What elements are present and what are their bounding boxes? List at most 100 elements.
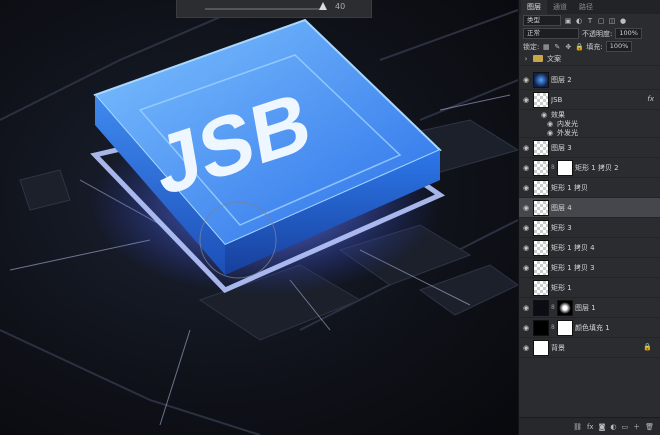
image-filter-icon[interactable]: ▣	[564, 17, 572, 25]
layer-row[interactable]: ◉ 矩形 3	[519, 218, 660, 238]
layer-name: 矩形 1 拷贝	[551, 183, 588, 192]
layer-thumbnail	[533, 319, 549, 336]
float-slider-knob[interactable]	[319, 2, 327, 10]
lock-icon: 🔒	[643, 343, 652, 351]
visibility-eye-icon[interactable]: ◉	[519, 324, 533, 332]
folder-icon[interactable]: ▭	[621, 423, 628, 431]
layer-name: 矩形 1 拷贝 2	[575, 163, 619, 172]
blend-row: 正常 不透明度: 100%	[519, 27, 660, 40]
layer-row[interactable]: ◉ 图层 2	[519, 70, 660, 90]
effect-outer-glow-row[interactable]: ◉ 外发光	[519, 128, 660, 138]
shape-filter-icon[interactable]: ▢	[597, 17, 605, 25]
mask-icon[interactable]: ◙	[599, 423, 606, 431]
layer-mask-thumbnail	[557, 319, 573, 336]
layer-thumbnail	[533, 91, 549, 108]
float-slider-value: 40	[335, 2, 346, 11]
layers-panel: 图层 通道 路径 类型 ▣ ◐ T ▢ ◫ ● 正常 不透明度: 100% 锁定…	[518, 0, 660, 435]
layer-name: 矩形 1	[551, 283, 572, 292]
lock-paint-icon[interactable]: ✎	[553, 43, 561, 51]
fill-input[interactable]: 100%	[605, 41, 633, 52]
layer-row[interactable]: 矩形 1	[519, 278, 660, 298]
opacity-input[interactable]: 100%	[615, 28, 642, 39]
chevron-right-icon[interactable]: ›	[519, 55, 533, 63]
layer-thumbnail	[533, 179, 549, 196]
layer-thumbnail	[533, 199, 549, 216]
layer-row[interactable]: ◉ 8 图层 1	[519, 298, 660, 318]
layer-name: 颜色填充 1	[575, 323, 610, 332]
tab-layers[interactable]: 图层	[521, 0, 547, 14]
layer-name: 图层 1	[575, 303, 596, 312]
link-icon: 8	[551, 164, 555, 171]
smart-filter-icon[interactable]: ◫	[608, 17, 616, 25]
layer-thumbnail	[533, 299, 549, 316]
layer-row[interactable]: ◉ JSB fx	[519, 90, 660, 110]
panel-tabs: 图层 通道 路径	[519, 0, 660, 14]
type-filter-icon[interactable]: T	[586, 17, 594, 25]
layer-row[interactable]: ◉ 8 矩形 1 拷贝 2	[519, 158, 660, 178]
tab-channels[interactable]: 通道	[547, 0, 573, 14]
tab-paths[interactable]: 路径	[573, 0, 599, 14]
filter-kind-select[interactable]: 类型	[523, 15, 561, 26]
visibility-eye-icon[interactable]: ◉	[519, 244, 533, 252]
chip-artwork: JSB	[0, 0, 518, 435]
layer-row[interactable]: ◉ 矩形 1 拷贝 4	[519, 238, 660, 258]
visibility-eye-icon[interactable]: ◉	[519, 76, 533, 84]
layer-thumbnail	[533, 279, 549, 296]
filter-toggle-icon[interactable]: ●	[619, 17, 627, 25]
visibility-eye-icon[interactable]: ◉	[519, 224, 533, 232]
visibility-eye-icon[interactable]: ◉	[519, 96, 533, 104]
visibility-eye-icon[interactable]: ◉	[543, 129, 557, 137]
layers-panel-footer: ⛓ fx ◙ ◐ ▭ ＋ 🗑	[519, 417, 660, 435]
visibility-eye-icon[interactable]: ◉	[519, 184, 533, 192]
layer-row[interactable]: ◉ 矩形 1 拷贝	[519, 178, 660, 198]
float-slider-track[interactable]	[205, 8, 325, 10]
layer-name: JSB	[551, 95, 563, 104]
visibility-eye-icon[interactable]: ◉	[519, 304, 533, 312]
adjustment-icon[interactable]: ◐	[610, 423, 616, 431]
link-icon: 8	[551, 324, 555, 331]
layer-name: 图层 3	[551, 143, 572, 152]
layer-thumbnail	[533, 219, 549, 236]
layer-row-selected[interactable]: ◉ 图层 4	[519, 198, 660, 218]
lock-label: 锁定:	[523, 42, 540, 51]
layer-name: 图层 2	[551, 75, 572, 84]
link-icon[interactable]: ⛓	[573, 423, 582, 431]
layer-thumbnail	[533, 339, 549, 356]
document-canvas[interactable]: JSB 40	[0, 0, 518, 435]
layer-row[interactable]: ◉ 8 颜色填充 1	[519, 318, 660, 338]
blend-mode-select[interactable]: 正常	[523, 28, 579, 39]
visibility-eye-icon[interactable]: ◉	[519, 204, 533, 212]
new-layer-icon[interactable]: ＋	[633, 422, 640, 432]
visibility-eye-icon[interactable]: ◉	[543, 120, 557, 128]
effect-outer-glow: 外发光	[557, 128, 578, 137]
lock-move-icon[interactable]: ✥	[564, 43, 572, 51]
visibility-eye-icon[interactable]: ◉	[519, 144, 533, 152]
adjust-filter-icon[interactable]: ◐	[575, 17, 583, 25]
layer-group-row[interactable]: › 文案	[519, 52, 660, 66]
layer-mask-thumbnail	[557, 159, 573, 176]
visibility-eye-icon[interactable]: ◉	[519, 344, 533, 352]
layer-thumbnail	[533, 259, 549, 276]
layer-thumbnail	[533, 159, 549, 176]
visibility-eye-icon[interactable]: ◉	[519, 264, 533, 272]
trash-icon[interactable]: 🗑	[645, 423, 654, 431]
opacity-label: 不透明度:	[582, 29, 613, 38]
layer-row[interactable]: ◉ 图层 3	[519, 138, 660, 158]
folder-icon	[533, 55, 543, 62]
floating-tool-bar[interactable]: 40	[176, 0, 372, 18]
layer-row[interactable]: ◉ 背景 🔒	[519, 338, 660, 358]
link-icon: 8	[551, 304, 555, 311]
layer-thumbnail	[533, 239, 549, 256]
visibility-eye-icon[interactable]: ◉	[519, 164, 533, 172]
layer-row[interactable]: ◉ 矩形 1 拷贝 3	[519, 258, 660, 278]
visibility-eye-icon[interactable]: ◉	[537, 111, 551, 119]
fill-label: 填充:	[586, 42, 603, 51]
fx-icon[interactable]: fx	[647, 95, 654, 103]
layer-thumbnail	[533, 139, 549, 156]
layer-name: 图层 4	[551, 203, 572, 212]
filter-row: 类型 ▣ ◐ T ▢ ◫ ●	[519, 14, 660, 27]
lock-all-icon[interactable]: 🔒	[575, 43, 584, 51]
layer-mask-thumbnail	[557, 299, 573, 316]
lock-pixels-icon[interactable]: ▦	[542, 43, 550, 51]
fx-icon[interactable]: fx	[587, 423, 594, 431]
